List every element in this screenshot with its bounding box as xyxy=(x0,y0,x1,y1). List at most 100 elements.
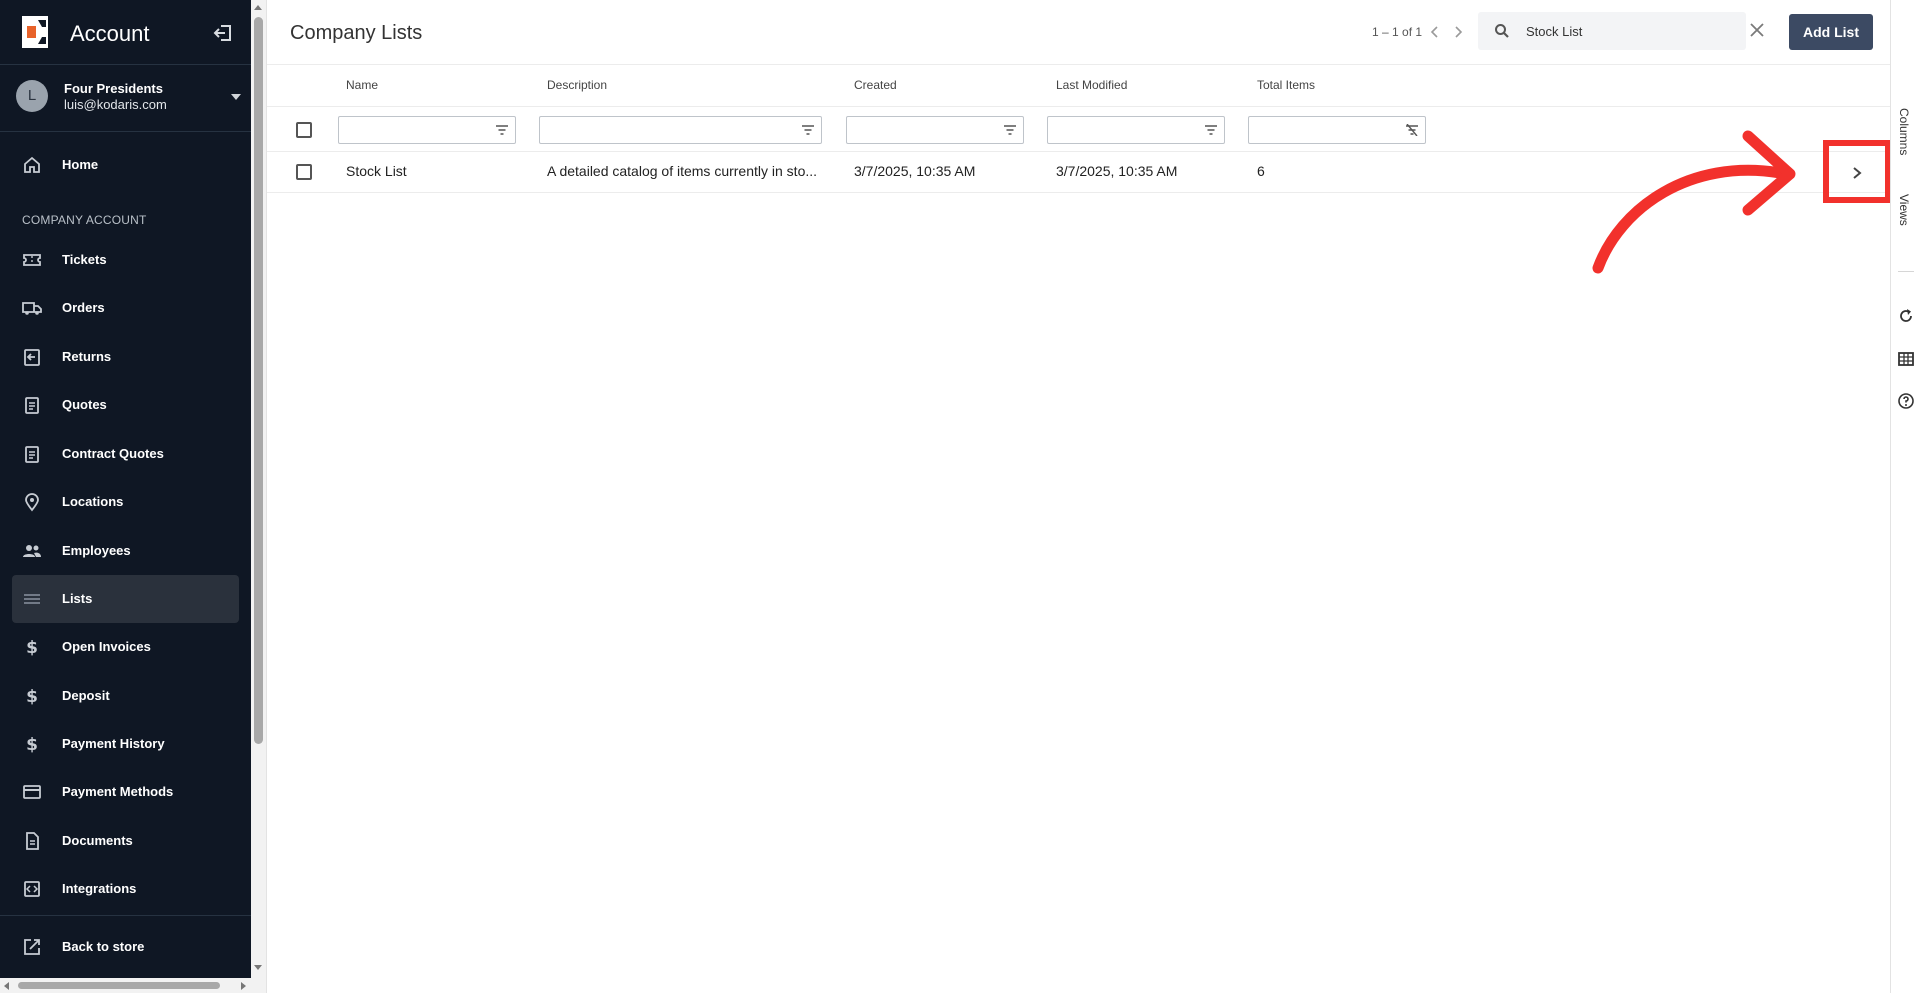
svg-text:$: $ xyxy=(26,638,38,657)
clipboard-icon xyxy=(25,397,39,414)
sidebar-item-label: Tickets xyxy=(62,252,107,267)
scrollbar-thumb[interactable] xyxy=(18,982,220,989)
row-checkbox[interactable] xyxy=(296,164,312,180)
sidebar-item-contract-quotes[interactable]: Contract Quotes xyxy=(12,430,239,478)
column-header-name[interactable]: Name xyxy=(346,78,378,92)
sidebar-item-employees[interactable]: Employees xyxy=(12,527,239,575)
scroll-up-icon[interactable] xyxy=(254,5,262,10)
sidebar-item-label: Contract Quotes xyxy=(62,446,164,461)
integration-icon xyxy=(24,881,40,897)
divider xyxy=(267,106,1890,107)
page-title: Company Lists xyxy=(290,22,423,44)
scroll-right-icon[interactable] xyxy=(241,982,246,990)
sidebar-item-label: Payment Methods xyxy=(62,784,174,799)
sidebar-item-label: Employees xyxy=(62,543,131,558)
tab-columns[interactable]: Columns xyxy=(1897,108,1911,155)
return-icon xyxy=(24,349,40,366)
sidebar-item-label: Lists xyxy=(62,591,93,606)
collapse-sidebar-icon[interactable] xyxy=(212,22,234,44)
annotation-arrow-icon xyxy=(1592,130,1796,274)
horizontal-scrollbar[interactable] xyxy=(0,978,251,993)
column-header-last-modified[interactable]: Last Modified xyxy=(1056,78,1127,92)
sidebar-item-locations[interactable]: Locations xyxy=(12,478,239,526)
sidebar-item-open-invoices[interactable]: $ Open Invoices xyxy=(12,623,239,671)
ticket-icon xyxy=(23,254,41,266)
sidebar-item-home[interactable]: Home xyxy=(12,141,239,189)
filter-icon[interactable] xyxy=(1003,124,1017,136)
column-header-created[interactable]: Created xyxy=(854,78,897,92)
select-all-checkbox[interactable] xyxy=(296,122,312,138)
filter-icon[interactable] xyxy=(801,124,815,136)
svg-text:$: $ xyxy=(26,687,38,706)
kodaris-logo[interactable] xyxy=(16,16,48,48)
filter-input-description[interactable] xyxy=(539,116,822,144)
scroll-down-icon[interactable] xyxy=(254,965,262,970)
sidebar-item-payment-history[interactable]: $ Payment History xyxy=(12,720,239,768)
next-page-icon[interactable] xyxy=(1449,22,1467,42)
filter-icon[interactable] xyxy=(495,124,509,136)
sidebar-item-lists[interactable]: Lists xyxy=(12,575,239,623)
sidebar-item-label: Payment History xyxy=(62,736,165,751)
caret-down-icon[interactable] xyxy=(231,94,241,100)
help-icon[interactable] xyxy=(1897,392,1915,410)
sidebar-item-label: Home xyxy=(62,157,99,172)
sidebar-item-payment-methods[interactable]: Payment Methods xyxy=(12,768,239,816)
search-input[interactable] xyxy=(1526,21,1706,41)
clear-search-icon[interactable] xyxy=(1748,21,1766,39)
filter-input-name[interactable] xyxy=(338,116,516,144)
divider xyxy=(0,915,251,916)
sidebar-item-label: Integrations xyxy=(62,881,137,896)
sidebar-item-label: Open Invoices xyxy=(62,639,151,654)
search-icon xyxy=(1495,24,1509,38)
annotation-highlight-box xyxy=(1823,140,1891,203)
column-header-total-items[interactable]: Total Items xyxy=(1257,78,1315,92)
location-pin-icon xyxy=(25,493,39,512)
user-company-name: Four Presidents xyxy=(64,81,163,96)
sidebar-header: Account xyxy=(0,0,251,65)
prev-page-icon[interactable] xyxy=(1426,22,1444,42)
scroll-left-icon[interactable] xyxy=(4,982,9,990)
filter-icon[interactable] xyxy=(1204,124,1218,136)
filter-input-last-modified[interactable] xyxy=(1047,116,1225,144)
sidebar-item-documents[interactable]: Documents xyxy=(12,817,239,865)
dollar-icon: $ xyxy=(26,687,38,706)
scrollbar-thumb[interactable] xyxy=(254,17,263,744)
sidebar-item-integrations[interactable]: Integrations xyxy=(12,865,239,913)
sidebar-item-label: Deposit xyxy=(62,688,110,703)
sidebar-item-deposit[interactable]: $ Deposit xyxy=(12,672,239,720)
table-icon[interactable] xyxy=(1897,350,1915,368)
document-icon xyxy=(26,832,39,850)
account-switcher[interactable]: L Four Presidents luis@kodaris.com xyxy=(0,65,251,132)
divider xyxy=(1898,271,1914,272)
divider xyxy=(267,64,1890,65)
sidebar-item-label: Documents xyxy=(62,833,133,848)
credit-card-icon xyxy=(23,785,41,799)
column-header-description[interactable]: Description xyxy=(547,78,607,92)
filter-input-created[interactable] xyxy=(846,116,1024,144)
vertical-scrollbar[interactable] xyxy=(251,0,266,993)
sidebar-item-quotes[interactable]: Quotes xyxy=(12,381,239,429)
tab-views[interactable]: Views xyxy=(1897,194,1911,226)
cell-total-items: 6 xyxy=(1257,163,1265,179)
sidebar-item-returns[interactable]: Returns xyxy=(12,333,239,381)
refresh-icon[interactable] xyxy=(1897,307,1915,325)
sidebar-item-label: Orders xyxy=(62,300,105,315)
clipboard-icon xyxy=(25,446,39,463)
dollar-icon: $ xyxy=(26,735,38,754)
add-list-button[interactable]: Add List xyxy=(1789,14,1873,50)
side-panel: Columns Views xyxy=(1890,0,1920,993)
cell-last-modified: 3/7/2025, 10:35 AM xyxy=(1056,163,1178,179)
sidebar-title: Account xyxy=(70,21,150,46)
svg-text:$: $ xyxy=(26,735,38,754)
external-link-icon xyxy=(24,939,40,955)
sidebar-item-tickets[interactable]: Tickets xyxy=(12,236,239,284)
dollar-icon: $ xyxy=(26,638,38,657)
search-field[interactable] xyxy=(1478,12,1746,50)
back-to-store-link[interactable]: Back to store xyxy=(12,923,239,971)
filter-input-total-items[interactable] xyxy=(1248,116,1426,144)
sidebar-item-orders[interactable]: Orders xyxy=(12,284,239,332)
filter-off-icon[interactable] xyxy=(1405,124,1419,136)
sidebar-item-label: Locations xyxy=(62,494,124,509)
pagination-label: 1 – 1 of 1 xyxy=(1372,25,1423,39)
home-icon xyxy=(24,156,40,173)
